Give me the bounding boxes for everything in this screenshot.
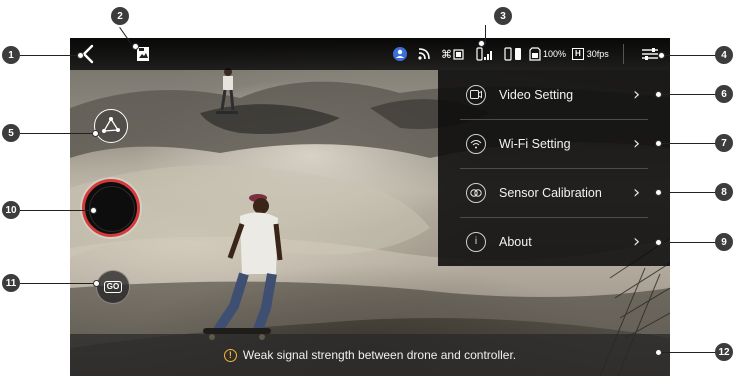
video-format: H 30fps — [572, 38, 609, 70]
callout-line — [661, 143, 718, 144]
mode-button[interactable]: GO — [96, 270, 130, 304]
callout-dot — [93, 280, 100, 287]
menu-item-wifi-setting[interactable]: Wi-Fi Setting › — [438, 119, 670, 168]
warning-message: Weak signal strength between drone and c… — [242, 348, 517, 362]
menu-item-label: About — [499, 234, 532, 249]
chevron-right-icon: › — [633, 231, 641, 252]
battery-percent: 100% — [543, 49, 567, 59]
callout-badge-2: 2 — [111, 7, 129, 25]
callout-dot — [478, 40, 485, 47]
chevron-right-icon: › — [633, 182, 641, 203]
callout-badge-7: 7 — [715, 134, 733, 152]
phone-battery-icon — [504, 38, 524, 70]
callout-badge-12: 12 — [715, 343, 733, 361]
callout-line — [661, 192, 718, 193]
menu-item-video-setting[interactable]: Video Setting › — [438, 70, 670, 119]
callout-badge-10: 10 — [2, 201, 20, 219]
settings-menu: Video Setting › Wi-Fi Setting › Sensor C… — [438, 70, 670, 266]
callout-line — [20, 133, 96, 134]
menu-item-label: Sensor Calibration — [499, 185, 602, 200]
callout-badge-3: 3 — [494, 7, 512, 25]
flight-path-button[interactable] — [94, 109, 128, 143]
menu-item-about[interactable]: i About › — [438, 217, 670, 266]
callout-dot — [92, 130, 99, 137]
gallery-icon[interactable] — [136, 38, 150, 70]
callout-badge-8: 8 — [715, 183, 733, 201]
wifi-signal-icon — [417, 38, 431, 70]
callout-dot — [132, 43, 139, 50]
callout-line — [661, 352, 718, 353]
settings-sliders-icon[interactable] — [641, 38, 659, 70]
callout-dot — [655, 189, 662, 196]
callout-line — [20, 55, 80, 56]
video-icon — [466, 84, 486, 105]
menu-item-sensor-calibration[interactable]: Sensor Calibration › — [438, 168, 670, 217]
drone-battery-icon — [529, 47, 541, 61]
callout-dot — [77, 52, 84, 59]
menu-item-label: Wi-Fi Setting — [499, 136, 571, 151]
callout-line — [661, 242, 718, 243]
callout-badge-4: 4 — [715, 46, 733, 64]
callout-dot — [658, 52, 665, 59]
camera-view: ⌘ 100% H 30fps Video Setting › Wi-Fi Set… — [70, 38, 670, 376]
callout-dot — [655, 140, 662, 147]
mode-badge: GO — [103, 281, 123, 293]
svg-text:⌘: ⌘ — [441, 48, 452, 61]
callout-dot — [90, 207, 97, 214]
warning-icon: ! — [223, 348, 237, 362]
flight-path-icon — [102, 117, 120, 133]
menu-item-label: Video Setting — [499, 87, 574, 102]
wifi-icon — [466, 133, 486, 154]
callout-line — [20, 283, 97, 284]
callout-line — [664, 55, 718, 56]
info-icon: i — [466, 231, 486, 252]
callout-dot — [655, 91, 662, 98]
drone-signal-icon: ⌘ — [441, 38, 465, 70]
chevron-right-icon: › — [633, 133, 641, 154]
callout-dot — [655, 239, 662, 246]
status-bar: ⌘ 100% H 30fps — [70, 38, 670, 70]
callout-badge-5: 5 — [2, 124, 20, 142]
callout-dot — [655, 349, 662, 356]
chevron-right-icon: › — [633, 84, 641, 105]
callout-line — [20, 210, 94, 211]
callout-badge-11: 11 — [2, 274, 20, 292]
callout-line — [485, 25, 486, 44]
callout-badge-9: 9 — [715, 233, 733, 251]
status-divider — [623, 44, 624, 64]
callout-line — [661, 94, 718, 95]
warning-bar: ! Weak signal strength between drone and… — [70, 334, 670, 376]
callout-badge-6: 6 — [715, 85, 733, 103]
callout-badge-1: 1 — [2, 46, 20, 64]
gps-icon — [392, 38, 408, 70]
calibration-icon — [466, 182, 486, 203]
framerate-label: 30fps — [586, 49, 609, 59]
resolution-badge: H — [572, 48, 584, 60]
drone-battery-indicator: 100% — [529, 38, 566, 70]
